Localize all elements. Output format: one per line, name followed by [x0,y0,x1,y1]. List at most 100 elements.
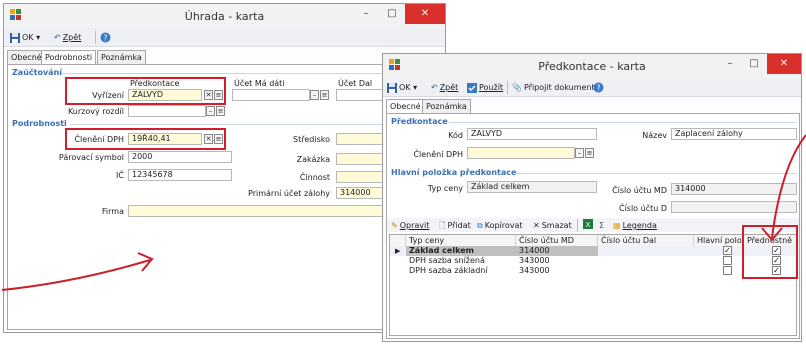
parovaci-symbol-label: Párovací symbol [58,153,124,162]
predkontace-grid: Typ ceny Číslo účtu MD Číslo účtu Dal Hl… [389,225,798,336]
grid-header-cislo-md[interactable]: Číslo účtu MD [516,235,598,246]
tab-obecne[interactable]: Obecné [386,99,425,114]
dash-icon[interactable]: – [310,90,319,100]
tab-podrobnosti[interactable]: Podrobnosti [41,50,97,65]
help-button[interactable]: ? [593,81,606,94]
kurzovy-rozdil-label: Kurzový rozdíl [67,107,124,116]
back-button[interactable]: ↶ Zpět [431,81,458,94]
grid-cell-md: 343000 [519,256,550,265]
predkontace-tabs: Obecné Poznámka [383,99,801,114]
copy-button[interactable]: ⧉ Kopírovat [477,219,523,232]
add-button[interactable]: 🗋 Přidat [439,219,471,232]
help-button[interactable]: ? [100,31,113,44]
dash-icon[interactable]: – [575,148,584,158]
section-zauctovani: Zaúčtování [12,68,63,77]
list-picker-icon[interactable]: ≡ [320,90,329,100]
list-picker-icon[interactable]: ≡ [585,148,594,158]
highlight-vyrizeni [65,77,226,105]
use-icon [467,82,477,93]
kod-field[interactable]: ZALVYD [467,128,597,140]
legend-label: Legenda [622,221,657,230]
delete-button[interactable]: ✕ Smazat [533,219,572,232]
highlight-cleneni-dph [65,128,226,150]
grid-cell-dal [598,256,601,266]
undo-icon: ↶ [431,83,438,92]
column-ucet-ma-dati: Účet Má dáti [234,79,285,88]
edit-button[interactable]: ✎ Opravit [391,219,429,232]
nazev-label: Název [642,131,667,140]
column-ucet-dal: Účet Dal [338,79,373,88]
sum-icon: Σ [599,221,605,230]
attach-document-button[interactable]: 📎 Připojit dokument [512,81,595,94]
parovaci-symbol-field[interactable]: 2000 [128,151,232,163]
maximize-button[interactable]: □ [379,4,405,24]
edit-label: Opravit [399,221,430,230]
kurzovy-rozdil-field[interactable] [128,105,206,117]
ic-field[interactable]: 12345678 [128,169,232,181]
cleneni-dph-field[interactable] [467,147,575,159]
minimize-button[interactable]: – [353,4,379,24]
use-button[interactable]: Použít [467,81,503,94]
ucet-ma-dati-field[interactable] [232,89,310,101]
chevron-down-icon: ▾ [36,33,41,42]
legend-icon: ▦ [613,221,621,230]
legend-button[interactable]: ▦ Legenda [613,219,657,232]
grid-header-cislo-dal[interactable]: Číslo účtu Dal [598,235,694,246]
grid-cell-typ: DPH sazba základní [409,266,488,275]
excel-button[interactable]: X [583,219,593,232]
toolbar-divider [95,31,96,44]
copy-label: Kopírovat [484,221,523,230]
annotation-arrow-left [1,252,154,291]
help-icon: ? [593,82,604,93]
grid-cell-typ: DPH sazba snížená [409,256,485,265]
toolbar-divider [577,219,578,232]
ok-label: OK [22,33,34,42]
annotation-arrow-right [761,134,806,242]
grid-cell-md: 343000 [519,266,550,275]
tab-obecne[interactable]: Obecné [7,50,46,64]
table-row[interactable]: DPH sazba základní 343000 ✓ [390,266,796,276]
tab-poznamka[interactable]: Poznámka [422,99,471,113]
delete-icon: ✕ [533,221,540,230]
sum-button[interactable]: Σ [599,219,604,232]
cinnost-label: Činnost [299,173,330,182]
section-predkontace: Předkontace [391,117,448,126]
uhrada-toolbar: OK ▾ ↶ Zpět ? [4,28,445,47]
uhrada-titlebar[interactable]: Úhrada - karta – □ ✕ [4,4,445,28]
tab-poznamka[interactable]: Poznámka [97,50,146,64]
ok-button[interactable]: OK ▾ [10,31,40,44]
grid-cell-dal [598,246,601,256]
minimize-button[interactable]: – [717,54,743,74]
hlavni-polozka-checkbox[interactable] [723,266,732,275]
add-label: Přidat [447,221,471,230]
predkontace-titlebar[interactable]: Předkontace - karta – □ ✕ [383,54,801,78]
maximize-button[interactable]: □ [741,54,767,74]
section-podrobnosti: Podrobnosti [12,119,67,128]
ok-button[interactable]: OK ▾ [387,81,417,94]
list-picker-icon[interactable]: ≡ [216,106,225,116]
close-button[interactable]: ✕ [405,4,445,24]
excel-icon: X [583,219,593,229]
hlavni-polozka-checkbox[interactable]: ✓ [723,246,732,255]
stredisko-label: Středisko [293,135,330,144]
ic-label: IČ [116,171,124,180]
predkontace-toolbar: OK ▾ ↶ Zpět Použít 📎 Připojit dokument ? [383,78,801,97]
predkontace-window: Předkontace - karta – □ ✕ OK ▾ ↶ Zpět Pou… [382,53,802,342]
attach-icon: 📎 [512,83,522,92]
grid-header-hlavni-polozka[interactable]: Hlavní polo... [694,235,749,246]
grid-header-typ-ceny[interactable]: Typ ceny [406,235,516,246]
back-label: Zpět [62,33,82,42]
grid-cell-dal [598,266,601,276]
use-label: Použít [479,83,504,92]
predkontace-panel: Předkontace Kód ZALVYD Název Zaplacení z… [386,113,800,339]
hlavni-polozka-checkbox[interactable] [723,256,732,265]
kod-label: Kód [448,131,463,140]
svg-text:?: ? [596,84,600,93]
back-button[interactable]: ↶ Zpět [54,31,81,44]
ok-label: OK [399,83,411,92]
close-button[interactable]: ✕ [767,54,801,74]
table-row[interactable]: DPH sazba snížená 343000 ✓ [390,256,796,266]
dash-icon[interactable]: – [206,106,215,116]
typ-ceny-field[interactable]: Základ celkem [467,181,597,193]
table-row[interactable]: ▶ Základ celkem 314000 ✓ ✓ [390,246,796,256]
